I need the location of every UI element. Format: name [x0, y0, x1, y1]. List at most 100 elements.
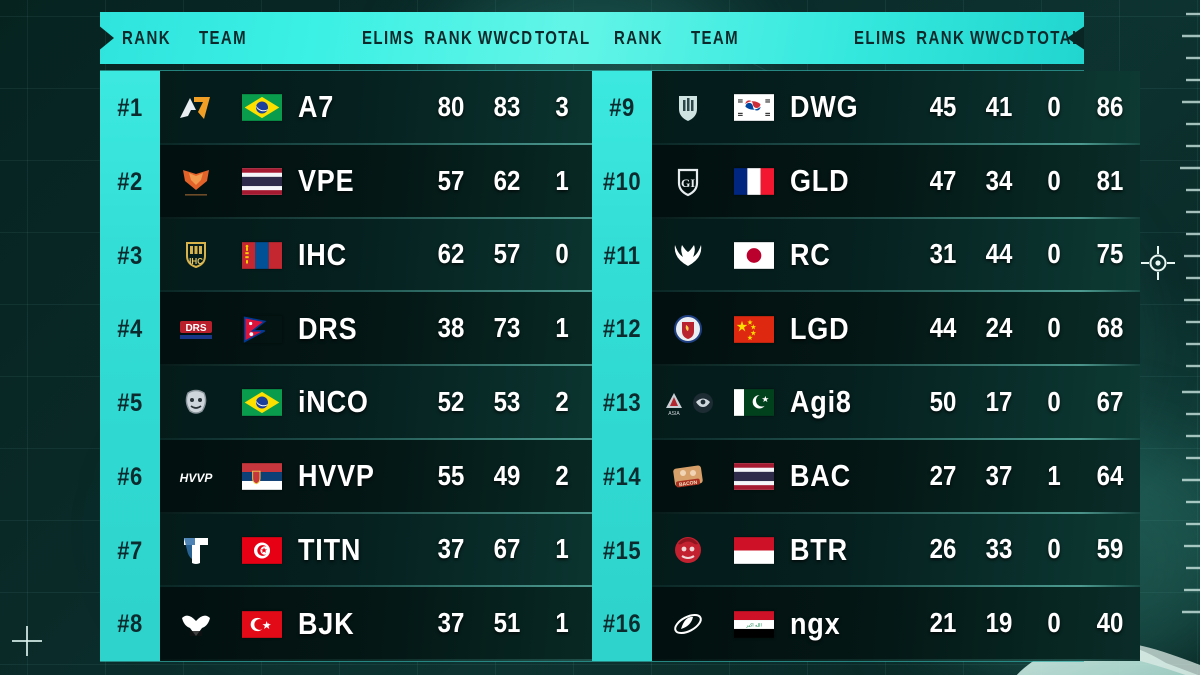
stat-wwcd: 0	[1047, 91, 1061, 123]
table-row[interactable]: IHCIHC62570119	[160, 218, 648, 293]
team-logo: DRS	[160, 308, 232, 350]
table-row[interactable]: BJK3751188	[160, 587, 648, 661]
svg-text:HVVP: HVVP	[180, 471, 214, 485]
stat-place-rank: 17	[985, 386, 1013, 418]
stat-total: 64	[1096, 460, 1124, 492]
table-row[interactable]: A780833163	[160, 71, 648, 145]
hvvp-logo-icon: HVVP	[175, 456, 217, 498]
table-row[interactable]: BTR 26 33 0 59	[652, 513, 1140, 588]
stat-elims: 62	[437, 239, 465, 271]
country-flag	[724, 537, 784, 564]
stat-total: 68	[1096, 312, 1124, 345]
svg-text:DRS: DRS	[185, 323, 206, 334]
header-wwcd: WWCD	[969, 27, 1026, 49]
team-name: BJK	[298, 606, 355, 641]
table-row[interactable]: DWG 45 41 0 86	[652, 71, 1140, 145]
header-elims: ELIMS	[853, 27, 907, 49]
country-flag: الله اكبر	[724, 610, 784, 638]
table-row[interactable]: TITN37671104	[160, 513, 648, 588]
stat-place-rank: 19	[985, 607, 1013, 640]
team-name: iNCO	[298, 385, 369, 420]
bac-logo-icon: BACON	[667, 456, 709, 498]
team-logo: BACON	[652, 456, 724, 498]
stat-wwcd: 1	[555, 534, 569, 566]
table-row[interactable]: RC 31 44 0 75	[652, 218, 1140, 293]
header-place-rank: RANK	[424, 27, 474, 49]
ihc-logo-icon: IHC	[175, 234, 217, 276]
table-row[interactable]: VPE57621119	[160, 144, 648, 219]
table-header-bar: RANK TEAM ELIMS RANK WWCD TOTAL RANK TEA…	[100, 12, 1084, 64]
stat-place-rank: 49	[493, 460, 521, 492]
country-flag	[232, 94, 292, 122]
rank-cell: #1	[117, 93, 143, 122]
country-flag	[724, 315, 784, 343]
country-flag	[724, 389, 784, 417]
svg-text:BACON: BACON	[679, 479, 698, 488]
table-row[interactable]: iNCO52532105	[160, 366, 648, 440]
stat-place-rank: 62	[493, 165, 521, 197]
team-name: DWG	[790, 90, 859, 125]
rank-cell: #15	[602, 535, 642, 564]
rank-cell: #14	[602, 462, 642, 491]
rank-cell: #8	[117, 609, 143, 638]
stat-elims: 52	[437, 386, 465, 418]
stat-place-rank: 41	[985, 91, 1013, 123]
stat-wwcd: 0	[1047, 534, 1061, 566]
inco-logo-icon	[175, 382, 217, 424]
rank-cell: #13	[602, 388, 642, 417]
btr-logo-icon	[667, 529, 709, 571]
vpe-logo-icon	[175, 161, 217, 203]
stat-total: 86	[1096, 91, 1124, 123]
country-flag	[232, 537, 292, 564]
table-row[interactable]: HVVPHVVP55492104	[160, 439, 648, 514]
country-flag	[232, 316, 292, 343]
rows-column-right: DWG 45 41 0 86 GI GLD 47 34 0 81 RC 31 44 0 75 LGD 44 24 0 6…	[652, 71, 1140, 661]
flag-icon	[243, 316, 267, 343]
team-logo	[652, 234, 724, 276]
stat-elims: 27	[929, 460, 957, 492]
flag-icon: الله اكبر	[734, 610, 774, 638]
rank-cell: #2	[117, 167, 143, 196]
stat-wwcd: 0	[1047, 312, 1061, 345]
stat-total: 81	[1096, 165, 1124, 197]
rank-cell: #9	[609, 93, 635, 122]
team-name: BAC	[790, 458, 851, 494]
stat-elims: 21	[929, 607, 957, 640]
table-row[interactable]: DRSDRS38731111	[160, 292, 648, 366]
stat-wwcd: 1	[1047, 460, 1061, 492]
table-row[interactable]: ASIA Agi8 50 17 0 67	[652, 366, 1140, 440]
flag-icon	[242, 610, 282, 638]
country-flag	[232, 242, 292, 269]
drs-logo-icon: DRS	[175, 308, 217, 350]
team-logo	[160, 161, 232, 203]
rank-cell: #5	[117, 388, 143, 417]
svg-text:GI: GI	[681, 176, 695, 190]
rank-cell: #11	[603, 240, 641, 269]
header-wwcd: WWCD	[477, 27, 534, 49]
stat-elims: 44	[929, 312, 957, 345]
standings-table-left: #1#2#3#4#5#6#7#8 A780833163VPE57621119IH…	[100, 70, 648, 662]
flag-icon	[734, 315, 774, 343]
stat-total: 75	[1096, 239, 1124, 271]
bjk-logo-icon	[175, 603, 217, 645]
table-row[interactable]: BACON BAC 27 37 1 64	[652, 439, 1140, 514]
stat-elims: 38	[437, 312, 465, 345]
country-flag	[724, 94, 784, 122]
stat-place-rank: 24	[985, 312, 1013, 345]
stat-elims: 47	[929, 165, 957, 197]
team-logo	[652, 308, 724, 350]
header-team: TEAM	[198, 27, 248, 49]
agi8-logo-secondary-icon	[689, 388, 717, 418]
stat-place-rank: 67	[493, 534, 521, 566]
table-row[interactable]: GI GLD 47 34 0 81	[652, 144, 1140, 219]
table-row[interactable]: LGD 44 24 0 68	[652, 292, 1140, 366]
team-name: ngx	[790, 606, 841, 641]
team-name: BTR	[790, 532, 848, 567]
stat-elims: 31	[929, 239, 957, 271]
gld-logo-icon: GI	[667, 161, 709, 203]
table-row[interactable]: الله اكبر ngx 21 19 0 40	[652, 587, 1140, 661]
stat-wwcd: 0	[1047, 239, 1061, 271]
flag-icon	[242, 389, 282, 417]
header-columns-right: RANK TEAM ELIMS RANK WWCD TOTAL	[592, 12, 1084, 64]
country-flag	[724, 242, 784, 269]
